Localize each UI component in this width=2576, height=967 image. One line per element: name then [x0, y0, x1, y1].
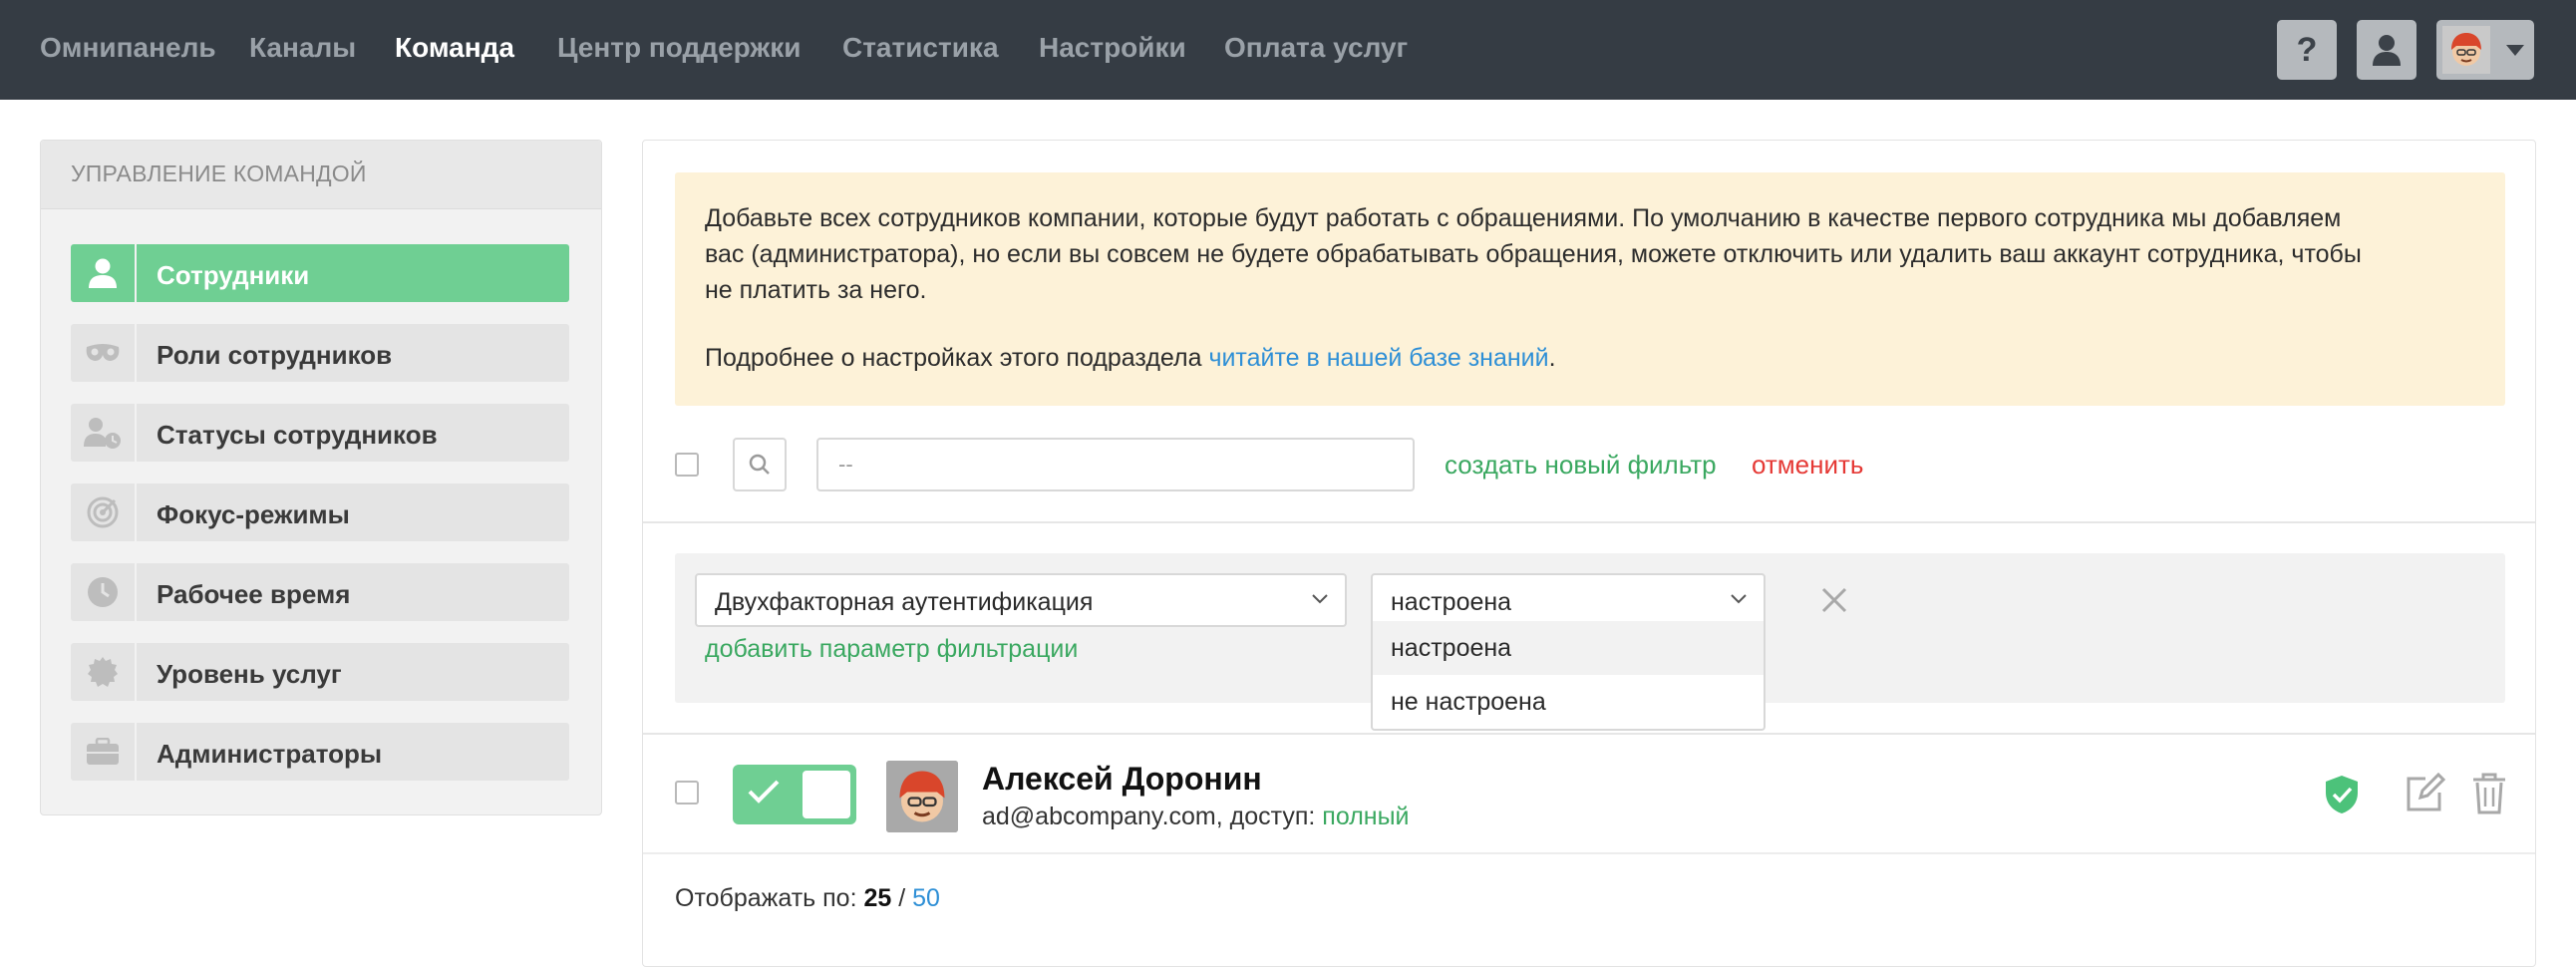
- sidebar-item-label: Администраторы: [157, 739, 383, 769]
- sidebar-item-focus-modes[interactable]: Фокус-режимы: [71, 484, 569, 541]
- nav-channels[interactable]: Каналы: [249, 30, 356, 66]
- employee-email-access: ad@abcompany.com, доступ:: [982, 803, 1323, 830]
- option-label: настроена: [1391, 634, 1512, 662]
- access-level: полный: [1322, 803, 1410, 830]
- sidebar-item-employees[interactable]: Сотрудники: [71, 244, 569, 302]
- nav-team[interactable]: Команда: [395, 30, 514, 66]
- employee-enabled-toggle[interactable]: [733, 765, 856, 824]
- filter-param-select[interactable]: Двухфакторная аутентификация: [695, 573, 1347, 627]
- account-menu-button[interactable]: [2436, 20, 2534, 80]
- employee-info: ad@abcompany.com, доступ: полный: [982, 803, 1410, 831]
- divider: [643, 852, 2535, 854]
- employee-name[interactable]: Алексей Доронин: [982, 761, 1262, 798]
- chevron-down-icon: [1312, 594, 1328, 604]
- nav-settings[interactable]: Настройки: [1039, 30, 1186, 66]
- sidebar-item-label: Роли сотрудников: [157, 340, 393, 370]
- filter-value-dropdown: настроена не настроена: [1371, 621, 1766, 731]
- main-panel: Добавьте всех сотрудников компании, кото…: [642, 140, 2536, 967]
- edit-icon[interactable]: [2404, 773, 2445, 814]
- toggle-knob: [803, 771, 850, 818]
- sidebar-item-label: Сотрудники: [157, 260, 310, 290]
- cancel-filter-link[interactable]: отменить: [1752, 450, 1863, 481]
- question-icon: ?: [2296, 30, 2318, 69]
- page-size-label: Отображать по:: [675, 884, 864, 912]
- top-navbar: Омнипанель Каналы Команда Центр поддержк…: [0, 0, 2576, 100]
- filter-value-select[interactable]: настроена: [1371, 573, 1766, 627]
- sidebar-item-administrators[interactable]: Администраторы: [71, 723, 569, 781]
- sidebar-item-statuses[interactable]: Статусы сотрудников: [71, 404, 569, 462]
- sidebar-item-roles[interactable]: Роли сотрудников: [71, 324, 569, 382]
- sidebar-item-label: Уровень услуг: [157, 659, 342, 689]
- page-size-option-50[interactable]: 50: [912, 884, 940, 912]
- chevron-up-icon: [1731, 594, 1747, 604]
- badge-icon: [88, 657, 118, 687]
- help-button[interactable]: ?: [2277, 20, 2337, 80]
- sidebar: Управление командой Сотрудники Роли сотр…: [40, 140, 602, 815]
- option-label: не настроена: [1391, 688, 1546, 716]
- dropdown-option-configured[interactable]: настроена: [1373, 621, 1764, 675]
- sidebar-item-label: Фокус-режимы: [157, 499, 350, 529]
- trash-icon[interactable]: [2471, 773, 2507, 814]
- filter-param-value: Двухфакторная аутентификация: [715, 588, 1094, 616]
- page-size-current: 25: [863, 884, 892, 912]
- notice-more: Подробнее о настройках этого подраздела …: [705, 340, 2479, 376]
- notice-line-3: не платить за него.: [705, 276, 927, 304]
- nav-billing[interactable]: Оплата услуг: [1224, 30, 1408, 66]
- notice-more-suffix: .: [1548, 344, 1556, 372]
- divider: [643, 521, 2535, 523]
- nav-statistics[interactable]: Статистика: [842, 30, 999, 66]
- page-size-separator: /: [891, 884, 913, 912]
- create-filter-link[interactable]: создать новый фильтр: [1445, 450, 1717, 481]
- knowledge-base-link[interactable]: читайте в нашей базе знаний: [1208, 344, 1548, 372]
- add-filter-param-link[interactable]: добавить параметр фильтрации: [705, 635, 1078, 664]
- page-size-selector: Отображать по: 25 / 50: [675, 884, 940, 913]
- user-clock-icon: [84, 418, 121, 449]
- search-icon: [749, 454, 770, 475]
- notice-line-2: вас (администратора), но если вы совсем …: [705, 240, 2362, 268]
- profile-button[interactable]: [2357, 20, 2416, 80]
- chevron-down-icon: [2506, 45, 2524, 56]
- sidebar-item-working-hours[interactable]: Рабочее время: [71, 563, 569, 621]
- target-icon: [87, 496, 119, 528]
- notice-line-1: Добавьте всех сотрудников компании, кото…: [705, 204, 2342, 232]
- select-all-checkbox[interactable]: [675, 453, 699, 477]
- user-icon: [89, 258, 117, 288]
- shield-check-icon: [2326, 776, 2358, 813]
- employee-checkbox[interactable]: [675, 781, 699, 805]
- remove-filter-icon[interactable]: [1821, 587, 1847, 613]
- mask-icon: [86, 344, 120, 361]
- search-button[interactable]: [733, 438, 787, 491]
- sidebar-item-label: Статусы сотрудников: [157, 420, 438, 450]
- info-notice: Добавьте всех сотрудников компании, кото…: [675, 172, 2505, 406]
- user-icon: [2373, 35, 2401, 66]
- filter-value-selected: настроена: [1391, 588, 1512, 616]
- avatar: [2442, 26, 2490, 74]
- employee-avatar: [886, 761, 958, 832]
- nav-support-center[interactable]: Центр поддержки: [557, 30, 801, 66]
- sidebar-header: Управление командой: [41, 141, 601, 209]
- check-icon: [748, 780, 780, 804]
- notice-more-prefix: Подробнее о настройках этого подраздела: [705, 344, 1209, 372]
- sidebar-title: Управление командой: [71, 161, 367, 186]
- avatar-image: [886, 761, 958, 832]
- briefcase-icon: [87, 738, 119, 765]
- clock-icon: [88, 577, 118, 607]
- nav-omnipanel[interactable]: Омнипанель: [40, 30, 216, 66]
- employee-row: Алексей Доронин ad@abcompany.com, доступ…: [643, 735, 2535, 852]
- sidebar-item-service-level[interactable]: Уровень услуг: [71, 643, 569, 701]
- dropdown-option-not-configured[interactable]: не настроена: [1373, 675, 1764, 729]
- sidebar-item-label: Рабочее время: [157, 579, 351, 609]
- filter-input[interactable]: [816, 438, 1415, 491]
